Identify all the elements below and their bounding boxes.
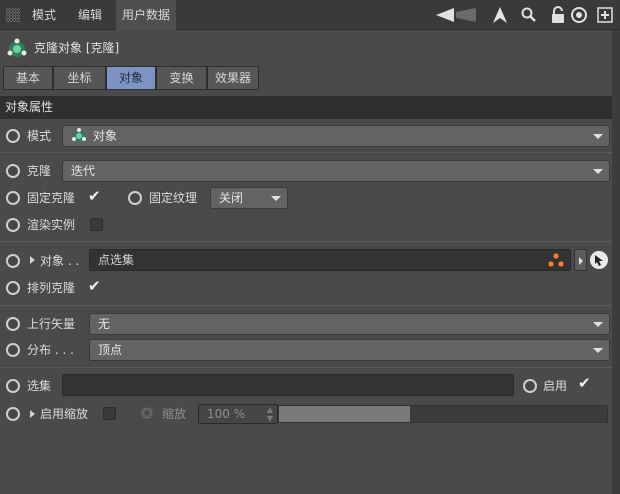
mode-value: 对象 [93, 129, 118, 143]
enable-checkbox[interactable]: ✔ [578, 374, 591, 392]
chevron-down-icon [593, 322, 603, 327]
fix-clone-checkbox[interactable]: ✔ [88, 187, 101, 205]
expand-arrow-icon[interactable] [30, 410, 35, 418]
clone-dropdown[interactable]: 迭代 [62, 160, 610, 182]
expand-arrow-icon[interactable] [30, 256, 35, 264]
chevron-down-icon [593, 348, 603, 353]
fix-clone-anim-radio[interactable] [6, 191, 20, 205]
divider [0, 305, 612, 306]
distribution-anim-radio[interactable] [6, 343, 20, 357]
menu-user-data[interactable]: 用户数据 [116, 0, 177, 30]
scale-slider-fill [279, 406, 411, 422]
chevron-down-icon [593, 134, 603, 139]
up-vector-dropdown[interactable]: 无 [89, 313, 610, 335]
tab-coordinates[interactable]: 坐标 [53, 66, 106, 90]
object-label: 对象 . . [40, 254, 80, 268]
object-value: 点选集 [98, 253, 135, 267]
enable-scale-checkbox[interactable] [103, 407, 116, 420]
scrollbar[interactable] [612, 30, 620, 494]
render-instances-anim-radio[interactable] [6, 218, 20, 232]
search-icon[interactable] [520, 6, 538, 24]
selection-field[interactable] [62, 374, 514, 396]
enable-label: 启用 [543, 379, 568, 393]
scale-slider[interactable] [278, 405, 608, 423]
render-instances-label: 渲染实例 [27, 218, 76, 232]
fix-texture-dropdown[interactable]: 关闭 [210, 187, 288, 209]
menu-edit[interactable]: 编辑 [72, 0, 108, 30]
enable-scale-anim-radio[interactable] [6, 407, 20, 421]
cloner-icon [6, 38, 28, 60]
object-title: 克隆对象 [克隆] [34, 41, 120, 55]
mode-dropdown[interactable]: 对象 [62, 125, 610, 147]
cloner-icon [71, 128, 87, 150]
chevron-down-icon [271, 196, 281, 201]
distribution-value: 顶点 [98, 343, 123, 357]
divider [0, 367, 612, 368]
selection-anim-radio[interactable] [6, 379, 20, 393]
clone-label: 克隆 [27, 164, 52, 178]
divider [0, 241, 612, 242]
up-vector-value: 无 [98, 317, 111, 331]
back-icon[interactable] [436, 8, 478, 22]
distribution-dropdown[interactable]: 顶点 [89, 339, 610, 361]
selection-label: 选集 [27, 379, 52, 393]
section-header: 对象属性 [0, 96, 612, 119]
chevron-down-icon [593, 169, 603, 174]
scale-label: 缩放 [162, 407, 187, 421]
fix-clone-label: 固定克隆 [27, 191, 76, 205]
point-selection-icon [548, 253, 564, 273]
tab-basic[interactable]: 基本 [3, 66, 53, 90]
clone-anim-radio[interactable] [6, 164, 20, 178]
link-menu-button[interactable] [574, 249, 587, 271]
arrange-clone-label: 排列克隆 [27, 281, 76, 295]
arrange-clone-anim-radio[interactable] [6, 281, 20, 295]
grip-icon[interactable] [6, 8, 20, 22]
pick-cursor-icon[interactable] [589, 250, 609, 270]
enable-anim-radio[interactable] [523, 379, 537, 393]
scale-input[interactable]: 100 % ▲ ▼ [198, 404, 278, 424]
enable-scale-label: 启用缩放 [40, 407, 89, 421]
up-vector-label: 上行矢量 [27, 317, 76, 331]
lock-icon[interactable] [549, 6, 567, 24]
tab-effectors[interactable]: 效果器 [207, 66, 259, 90]
mode-label: 模式 [27, 129, 52, 143]
tab-object[interactable]: 对象 [106, 66, 156, 90]
scale-anim-radio [141, 407, 153, 419]
divider [0, 152, 612, 153]
menu-mode[interactable]: 模式 [26, 0, 62, 30]
render-instances-checkbox[interactable] [90, 218, 103, 231]
up-arrow-icon[interactable] [491, 6, 509, 24]
arrange-clone-checkbox[interactable]: ✔ [88, 277, 101, 295]
object-anim-radio[interactable] [6, 254, 20, 268]
distribution-label: 分布 . . . [27, 343, 74, 357]
clone-value: 迭代 [71, 164, 96, 178]
mode-anim-radio[interactable] [6, 129, 20, 143]
up-vector-anim-radio[interactable] [6, 317, 20, 331]
scale-value: 100 % [207, 407, 246, 421]
add-panel-icon[interactable] [596, 6, 614, 24]
stepper-icon: ▲ ▼ [266, 405, 273, 423]
fix-texture-value: 关闭 [219, 191, 244, 205]
fix-texture-label: 固定纹理 [149, 191, 198, 205]
tab-transform[interactable]: 变换 [156, 66, 207, 90]
fix-texture-anim-radio[interactable] [128, 191, 142, 205]
object-link-field[interactable]: 点选集 [89, 249, 571, 271]
target-icon[interactable] [570, 6, 588, 24]
